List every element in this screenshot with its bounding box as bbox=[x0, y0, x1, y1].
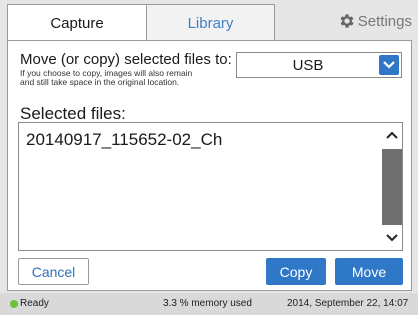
status-bar: Ready 3.3 % memory used 2014, September … bbox=[0, 293, 418, 315]
tab-library[interactable]: Library bbox=[146, 4, 275, 41]
scroll-thumb[interactable] bbox=[382, 149, 402, 225]
tab-settings[interactable]: Settings bbox=[338, 10, 412, 32]
selected-files-heading: Selected files: bbox=[20, 104, 126, 123]
copy-note-line-2: and still take space in the original loc… bbox=[20, 77, 180, 87]
destination-value: USB bbox=[292, 56, 324, 74]
selected-files-list: 20140917_115652-02_Ch bbox=[18, 122, 403, 251]
chevron-up-icon bbox=[386, 131, 398, 139]
list-item: 20140917_115652-02_Ch bbox=[26, 130, 223, 149]
destination-select[interactable]: USB bbox=[236, 52, 402, 78]
gear-icon bbox=[340, 14, 354, 28]
memory-usage: 3.3 % memory used bbox=[163, 298, 252, 309]
scrollbar[interactable] bbox=[382, 123, 402, 250]
cancel-button[interactable]: Cancel bbox=[18, 258, 89, 285]
tab-capture[interactable]: Capture bbox=[7, 4, 147, 41]
tab-library-label: Library bbox=[187, 14, 234, 32]
copy-button[interactable]: Copy bbox=[266, 258, 326, 285]
copy-note: If you choose to copy, images will also … bbox=[20, 69, 240, 87]
move-files-panel: Move (or copy) selected files to: If you… bbox=[7, 40, 412, 291]
scroll-down-button[interactable] bbox=[382, 226, 402, 250]
scroll-up-button[interactable] bbox=[382, 123, 402, 147]
status-datetime: 2014, September 22, 14:07 bbox=[287, 298, 409, 309]
chevron-down-icon bbox=[383, 61, 395, 69]
move-button[interactable]: Move bbox=[335, 258, 403, 285]
tab-capture-label: Capture bbox=[50, 14, 104, 32]
move-prompt: Move (or copy) selected files to: bbox=[20, 51, 232, 68]
tab-bar: Capture Library Settings bbox=[0, 0, 418, 41]
chevron-down-icon bbox=[386, 234, 398, 242]
status-ready: Ready bbox=[10, 298, 49, 309]
status-ready-label: Ready bbox=[20, 298, 49, 309]
status-indicator-icon bbox=[10, 299, 18, 308]
tab-settings-label: Settings bbox=[357, 12, 412, 30]
destination-dropdown-button[interactable] bbox=[379, 55, 399, 75]
